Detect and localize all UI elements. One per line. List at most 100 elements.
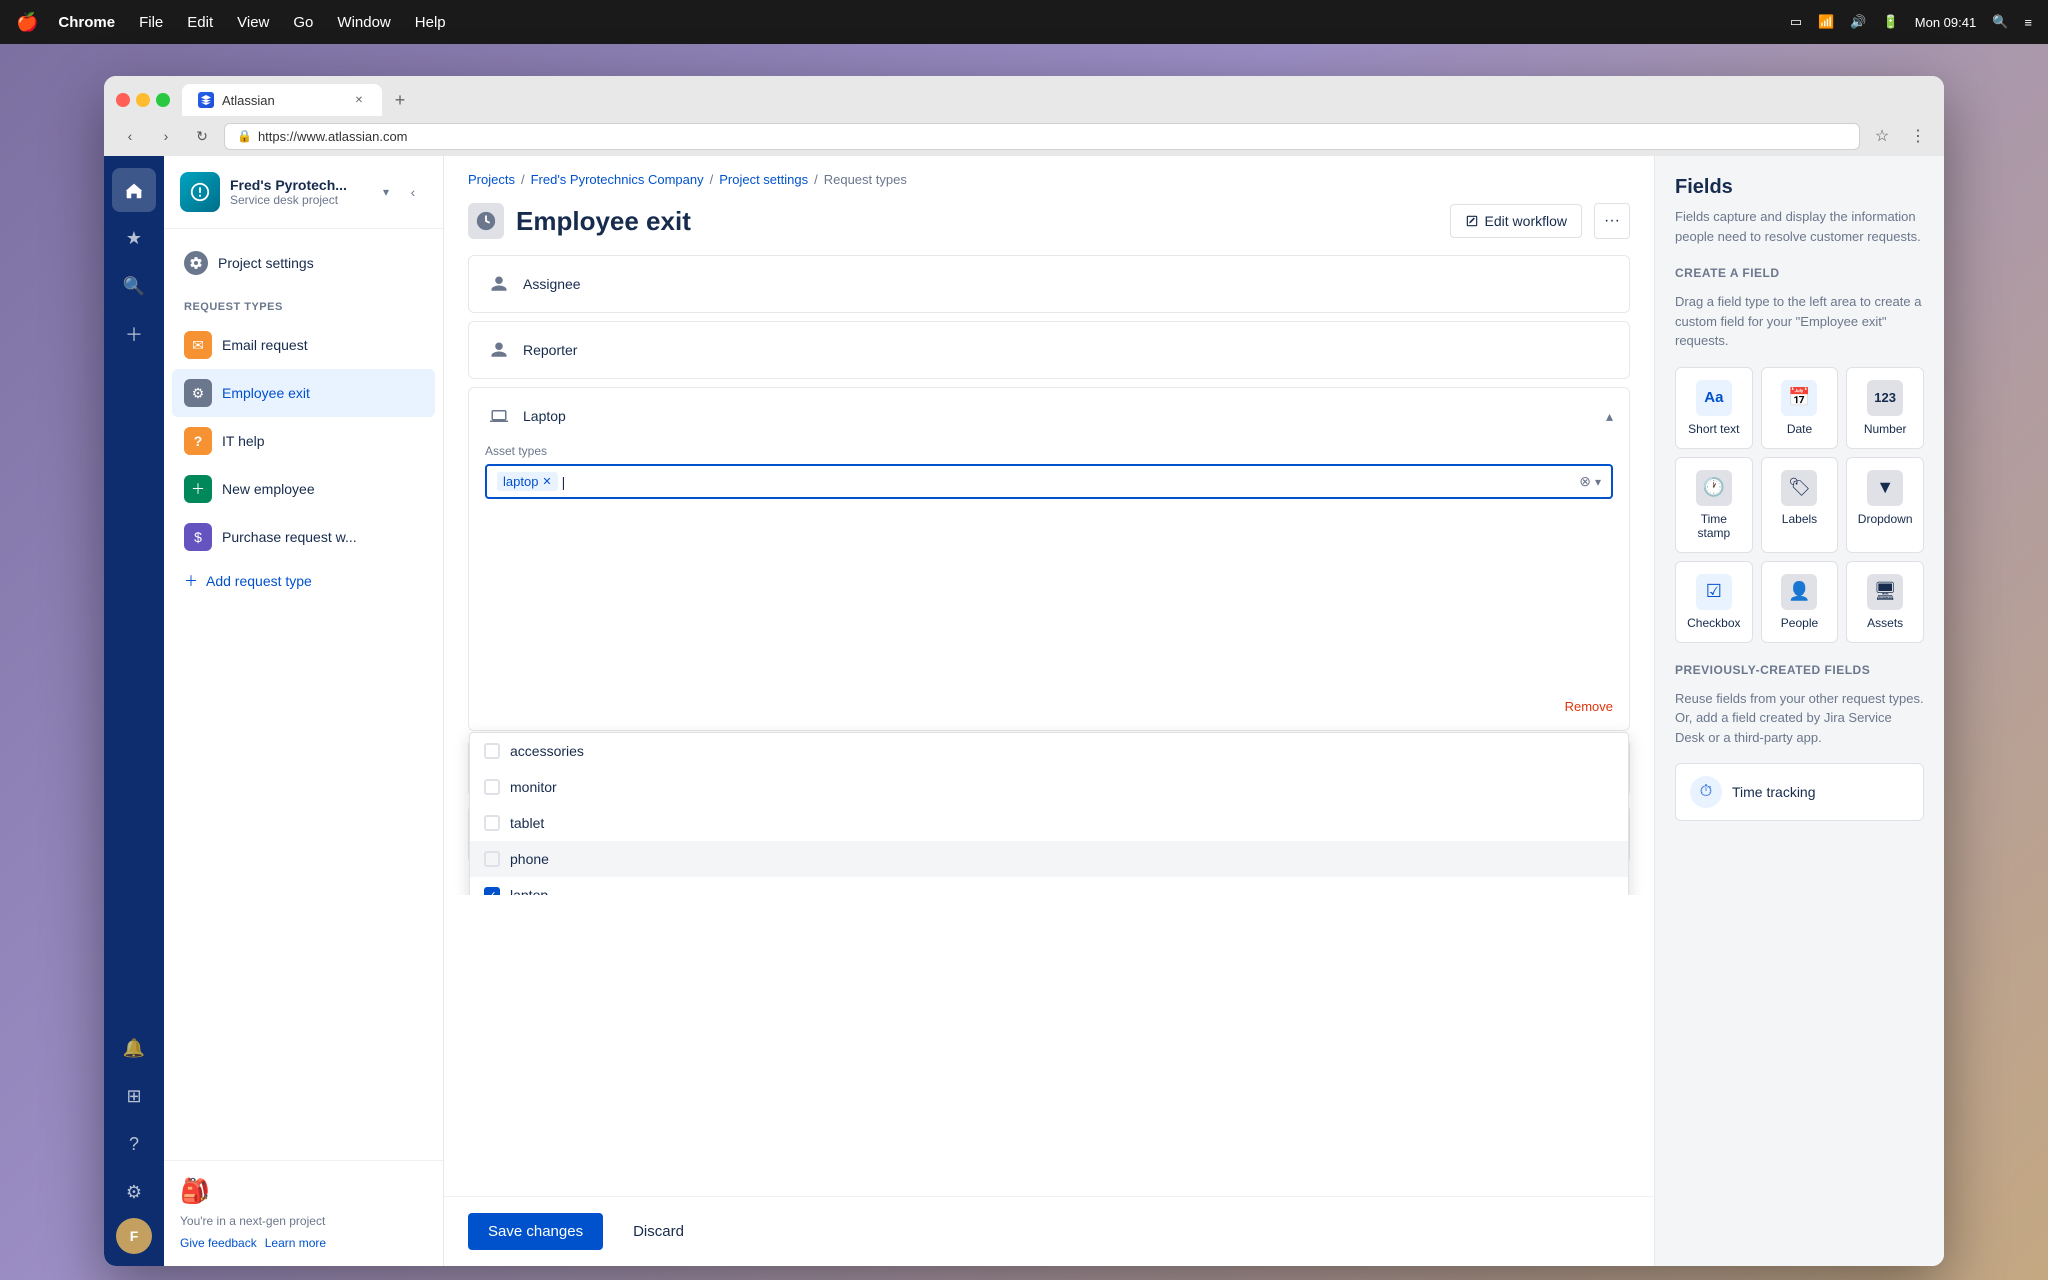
sidebar: Fred's Pyrotech... Service desk project … xyxy=(164,156,444,1266)
tablet-label: tablet xyxy=(510,815,544,831)
dropdown-option-monitor[interactable]: monitor xyxy=(470,769,1628,805)
tab-close-icon[interactable]: ✕ xyxy=(352,93,366,107)
nav-rail: ★ 🔍 ＋ 🔔 ⊞ ? ⚙ F xyxy=(104,156,164,1266)
sidebar-item-employee-exit[interactable]: ⚙ Employee exit xyxy=(172,369,435,417)
nav-notifications-icon[interactable]: 🔔 xyxy=(112,1026,156,1070)
sidebar-footer-links: Give feedback Learn more xyxy=(180,1236,427,1250)
field-type-labels[interactable]: 🏷 Labels xyxy=(1761,457,1839,553)
field-type-people[interactable]: 👤 People xyxy=(1761,561,1839,643)
field-type-number[interactable]: 123 Number xyxy=(1846,367,1924,449)
volume-icon: 🔊 xyxy=(1850,14,1866,30)
browser-more-button[interactable]: ⋮ xyxy=(1904,122,1932,150)
search-icon[interactable]: 🔍 xyxy=(1992,14,2008,30)
menu-help[interactable]: Help xyxy=(415,14,446,31)
back-button[interactable]: ‹ xyxy=(116,122,144,150)
asset-types-dropdown: accessories monitor tablet xyxy=(469,732,1629,895)
address-bar[interactable]: 🔒 https://www.atlassian.com xyxy=(224,123,1860,150)
lock-icon: 🔒 xyxy=(237,129,252,143)
nav-home-icon[interactable] xyxy=(112,168,156,212)
monitor-checkbox[interactable] xyxy=(484,779,500,795)
field-type-dropdown[interactable]: ▼ Dropdown xyxy=(1846,457,1924,553)
field-type-date[interactable]: 📅 Date xyxy=(1761,367,1839,449)
forward-button[interactable]: › xyxy=(152,122,180,150)
breadcrumb: Projects / Fred's Pyrotechnics Company /… xyxy=(444,156,1654,195)
mac-status-bar: ▭ 📶 🔊 🔋 Mon 09:41 🔍 ≡ xyxy=(1790,14,2032,30)
clock: Mon 09:41 xyxy=(1915,15,1976,30)
reporter-field-row[interactable]: Reporter xyxy=(468,321,1630,379)
add-icon: ＋ xyxy=(184,571,198,591)
dropdown-option-tablet[interactable]: tablet xyxy=(470,805,1628,841)
menu-window[interactable]: Window xyxy=(337,14,390,31)
project-dropdown-icon[interactable]: ▾ xyxy=(383,185,389,199)
project-info: Fred's Pyrotech... Service desk project xyxy=(230,177,373,207)
asset-types-input[interactable]: laptop ✕ | ⊗ ▾ xyxy=(485,464,1613,499)
dropdown-option-accessories[interactable]: accessories xyxy=(470,733,1628,769)
minimize-button[interactable] xyxy=(136,93,150,107)
field-type-short-text[interactable]: Aa Short text xyxy=(1675,367,1753,449)
add-request-type-button[interactable]: ＋ Add request type xyxy=(172,561,435,601)
apple-menu[interactable]: 🍎 xyxy=(16,12,38,33)
new-employee-icon: ＋ xyxy=(184,475,212,503)
more-actions-button[interactable]: ··· xyxy=(1594,203,1630,239)
sidebar-item-purchase-request[interactable]: $ Purchase request w... xyxy=(172,513,435,561)
employee-exit-label: Employee exit xyxy=(222,385,310,401)
phone-checkbox[interactable] xyxy=(484,851,500,867)
right-panel-desc: Fields capture and display the informati… xyxy=(1675,207,1924,246)
dropdown-option-laptop[interactable]: ✓ laptop xyxy=(470,877,1628,895)
breadcrumb-sep-1: / xyxy=(521,172,525,187)
nav-starred-icon[interactable]: ★ xyxy=(112,216,156,260)
sidebar-item-new-employee[interactable]: ＋ New employee xyxy=(172,465,435,513)
menu-view[interactable]: View xyxy=(237,14,269,31)
asset-tag-remove-icon[interactable]: ✕ xyxy=(542,475,551,488)
sidebar-item-email-request[interactable]: ✉ Email request xyxy=(172,321,435,369)
bookmark-button[interactable]: ☆ xyxy=(1868,122,1896,150)
user-avatar[interactable]: F xyxy=(116,1218,152,1254)
sidebar-item-it-help[interactable]: ? IT help xyxy=(172,417,435,465)
sidebar-item-project-settings[interactable]: Project settings xyxy=(172,241,435,285)
dropdown-option-phone[interactable]: phone xyxy=(470,841,1628,877)
labels-field-icon: 🏷 xyxy=(1781,470,1817,506)
time-tracking-card[interactable]: ⏱ Time tracking xyxy=(1675,763,1924,821)
field-type-time-stamp[interactable]: 🕐 Time stamp xyxy=(1675,457,1753,553)
short-text-label: Short text xyxy=(1688,422,1739,436)
breadcrumb-projects[interactable]: Projects xyxy=(468,172,515,187)
assignee-field-row[interactable]: Assignee xyxy=(468,255,1630,313)
nav-help-icon[interactable]: ? xyxy=(112,1122,156,1166)
breadcrumb-project-settings[interactable]: Project settings xyxy=(719,172,808,187)
sidebar-collapse-button[interactable]: ‹ xyxy=(399,178,427,206)
breadcrumb-company[interactable]: Fred's Pyrotechnics Company xyxy=(531,172,704,187)
remove-link[interactable]: Remove xyxy=(1565,699,1613,714)
accessories-checkbox[interactable] xyxy=(484,743,500,759)
tablet-checkbox[interactable] xyxy=(484,815,500,831)
time-stamp-label: Time stamp xyxy=(1684,512,1744,540)
menu-chrome[interactable]: Chrome xyxy=(58,14,115,31)
nav-apps-icon[interactable]: ⊞ xyxy=(112,1074,156,1118)
field-type-assets[interactable]: 🖥 Assets xyxy=(1846,561,1924,643)
number-label: Number xyxy=(1864,422,1907,436)
menu-file[interactable]: File xyxy=(139,14,163,31)
nav-search-icon[interactable]: 🔍 xyxy=(112,264,156,308)
browser-tab-atlassian[interactable]: Atlassian ✕ xyxy=(182,84,382,116)
laptop-checkbox[interactable]: ✓ xyxy=(484,887,500,895)
asset-dropdown-arrow-icon[interactable]: ▾ xyxy=(1595,475,1601,489)
it-help-label: IT help xyxy=(222,433,265,449)
give-feedback-link[interactable]: Give feedback xyxy=(180,1236,257,1250)
field-type-checkbox[interactable]: ☑ Checkbox xyxy=(1675,561,1753,643)
learn-more-link[interactable]: Learn more xyxy=(265,1236,326,1250)
menu-go[interactable]: Go xyxy=(293,14,313,31)
purchase-request-label: Purchase request w... xyxy=(222,529,357,545)
asset-clear-icon[interactable]: ⊗ xyxy=(1579,473,1591,490)
nav-create-icon[interactable]: ＋ xyxy=(112,312,156,356)
discard-button[interactable]: Discard xyxy=(613,1213,704,1250)
maximize-button[interactable] xyxy=(156,93,170,107)
new-tab-button[interactable]: + xyxy=(386,86,414,114)
laptop-section-header[interactable]: Laptop ▴ xyxy=(469,388,1629,444)
edit-workflow-button[interactable]: Edit workflow xyxy=(1450,204,1582,238)
nav-settings-icon[interactable]: ⚙ xyxy=(112,1170,156,1214)
reload-button[interactable]: ↻ xyxy=(188,122,216,150)
menu-edit[interactable]: Edit xyxy=(187,14,213,31)
close-button[interactable] xyxy=(116,93,130,107)
save-changes-button[interactable]: Save changes xyxy=(468,1213,603,1250)
laptop-label: Laptop xyxy=(523,408,1606,424)
list-icon[interactable]: ≡ xyxy=(2024,15,2032,30)
